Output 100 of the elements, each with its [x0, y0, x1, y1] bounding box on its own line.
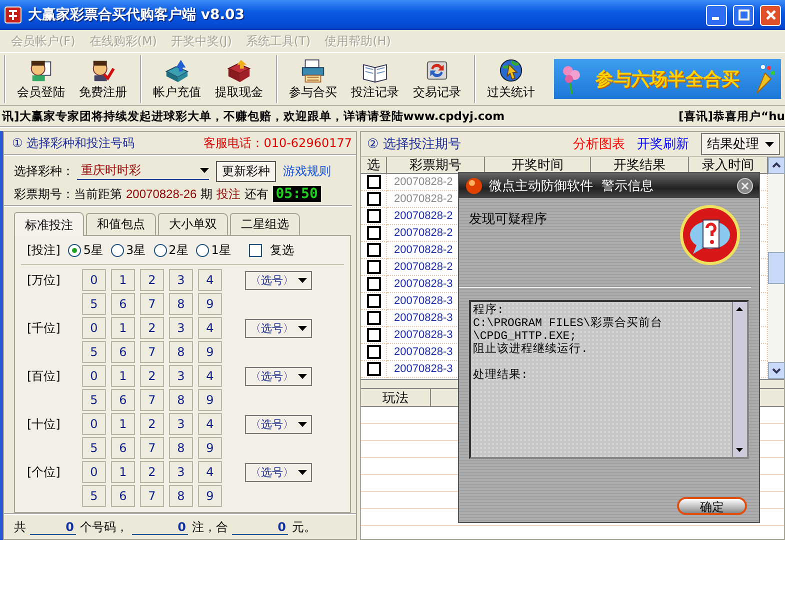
radio-button[interactable]: 2星 — [154, 242, 188, 258]
digit-button[interactable]: 2 — [140, 413, 164, 435]
digit-button[interactable]: 2 — [140, 365, 164, 387]
digit-button[interactable]: 3 — [169, 365, 193, 387]
digit-button[interactable]: 6 — [111, 437, 135, 459]
radio-button[interactable]: 3星 — [111, 242, 146, 258]
digit-button[interactable]: 2 — [140, 269, 164, 291]
radio-button[interactable]: 1星 — [196, 242, 231, 258]
tab[interactable]: 和值包点 — [86, 213, 156, 235]
digit-button[interactable]: 0 — [82, 269, 106, 291]
row-checkbox[interactable] — [366, 277, 380, 291]
digit-button[interactable]: 9 — [198, 437, 222, 459]
digit-button[interactable]: 9 — [198, 341, 222, 363]
refresh-button[interactable]: 更新彩种 — [216, 160, 276, 182]
digit-button[interactable]: 5 — [82, 341, 106, 363]
digit-button[interactable]: 0 — [82, 413, 106, 435]
number-picker[interactable]: 〈选号〉 — [245, 318, 312, 338]
digit-button[interactable]: 1 — [111, 365, 135, 387]
toolbar-button[interactable]: 投注记录 — [346, 55, 404, 103]
digit-button[interactable]: 0 — [82, 461, 106, 483]
row-checkbox[interactable] — [366, 328, 380, 342]
digit-button[interactable]: 0 — [82, 365, 106, 387]
digit-button[interactable]: 4 — [198, 413, 222, 435]
row-checkbox[interactable] — [366, 362, 380, 376]
digit-button[interactable]: 1 — [111, 317, 135, 339]
row-checkbox[interactable] — [366, 226, 380, 240]
digit-button[interactable]: 8 — [169, 389, 193, 411]
radio-button[interactable]: 5星 — [68, 242, 104, 258]
digit-button[interactable]: 8 — [169, 485, 193, 507]
scroll-down-icon[interactable] — [768, 362, 785, 379]
digit-button[interactable]: 4 — [198, 317, 222, 339]
digit-button[interactable]: 3 — [169, 317, 193, 339]
digit-button[interactable]: 9 — [198, 485, 222, 507]
toolbar-button[interactable]: 帐户充值 — [148, 55, 206, 103]
result-dropdown-button[interactable]: 结果处理 — [701, 133, 780, 155]
digit-button[interactable]: 3 — [169, 269, 193, 291]
digit-button[interactable]: 4 — [198, 461, 222, 483]
rules-link[interactable]: 游戏规则 — [283, 162, 331, 180]
row-checkbox[interactable] — [366, 294, 380, 308]
bet-label: [投注] — [27, 242, 60, 258]
digit-button[interactable]: 2 — [140, 317, 164, 339]
row-checkbox[interactable] — [366, 345, 380, 359]
digit-button[interactable]: 6 — [111, 341, 135, 363]
digit-button[interactable]: 3 — [169, 413, 193, 435]
panel-link[interactable]: 开奖刷新 — [637, 135, 689, 153]
digit-button[interactable]: 9 — [198, 389, 222, 411]
toolbar-button[interactable]: 提取现金 — [210, 55, 268, 103]
number-picker[interactable]: 〈选号〉 — [245, 414, 312, 434]
tab[interactable]: 二星组选 — [230, 213, 300, 235]
number-picker[interactable]: 〈选号〉 — [245, 366, 312, 386]
ok-button[interactable]: 确定 — [677, 496, 747, 514]
tab[interactable]: 大小单双 — [158, 213, 228, 235]
toolbar-button[interactable]: 免费注册 — [74, 55, 132, 103]
digit-button[interactable]: 5 — [82, 437, 106, 459]
maximize-icon — [738, 9, 750, 21]
row-checkbox[interactable] — [366, 209, 380, 223]
close-icon[interactable] — [737, 178, 753, 194]
tab[interactable]: 标准投注 — [14, 212, 84, 236]
digit-button[interactable]: 1 — [111, 461, 135, 483]
checkbox[interactable] — [248, 244, 262, 256]
digit-button[interactable]: 8 — [169, 293, 193, 315]
digit-button[interactable]: 6 — [111, 293, 135, 315]
digit-button[interactable]: 4 — [198, 365, 222, 387]
scrollbar-thumb[interactable] — [768, 252, 785, 284]
toolbar-button[interactable]: 会员登陆 — [12, 55, 70, 103]
digit-button[interactable]: 0 — [82, 317, 106, 339]
digit-button[interactable]: 6 — [111, 389, 135, 411]
digit-button[interactable]: 1 — [111, 269, 135, 291]
minimize-button[interactable] — [706, 4, 727, 26]
digit-button[interactable]: 2 — [140, 461, 164, 483]
row-checkbox[interactable] — [366, 243, 380, 257]
digit-button[interactable]: 7 — [140, 389, 164, 411]
digit-button[interactable]: 4 — [198, 269, 222, 291]
digit-button[interactable]: 1 — [111, 413, 135, 435]
column-header[interactable]: 选 — [361, 157, 387, 174]
number-picker[interactable]: 〈选号〉 — [245, 462, 312, 482]
digit-button[interactable]: 9 — [198, 293, 222, 315]
digit-button[interactable]: 5 — [82, 485, 106, 507]
digit-button[interactable]: 7 — [140, 437, 164, 459]
scroll-up-icon[interactable] — [768, 157, 785, 174]
lottery-dropdown[interactable]: 重庆时时彩 — [77, 162, 209, 180]
close-button[interactable] — [760, 4, 781, 26]
digit-button[interactable]: 3 — [169, 461, 193, 483]
digit-button[interactable]: 8 — [169, 341, 193, 363]
digit-button[interactable]: 8 — [169, 437, 193, 459]
row-checkbox[interactable] — [366, 311, 380, 325]
toolbar-button[interactable]: 交易记录 — [408, 55, 466, 103]
column-header[interactable]: 彩票期号 — [387, 157, 485, 174]
digit-button[interactable]: 5 — [82, 293, 106, 315]
digit-button[interactable]: 6 — [111, 485, 135, 507]
toolbar-button[interactable]: 参与合买 — [284, 55, 342, 103]
number-picker[interactable]: 〈选号〉 — [245, 270, 312, 290]
digit-button[interactable]: 7 — [140, 293, 164, 315]
digit-button[interactable]: 7 — [140, 341, 164, 363]
digit-button[interactable]: 7 — [140, 485, 164, 507]
row-checkbox[interactable] — [366, 260, 380, 274]
maximize-button[interactable] — [733, 4, 754, 26]
toolbar-button[interactable]: 过关统计 — [482, 55, 540, 103]
digit-button[interactable]: 5 — [82, 389, 106, 411]
position-label: [十位] — [26, 416, 62, 432]
